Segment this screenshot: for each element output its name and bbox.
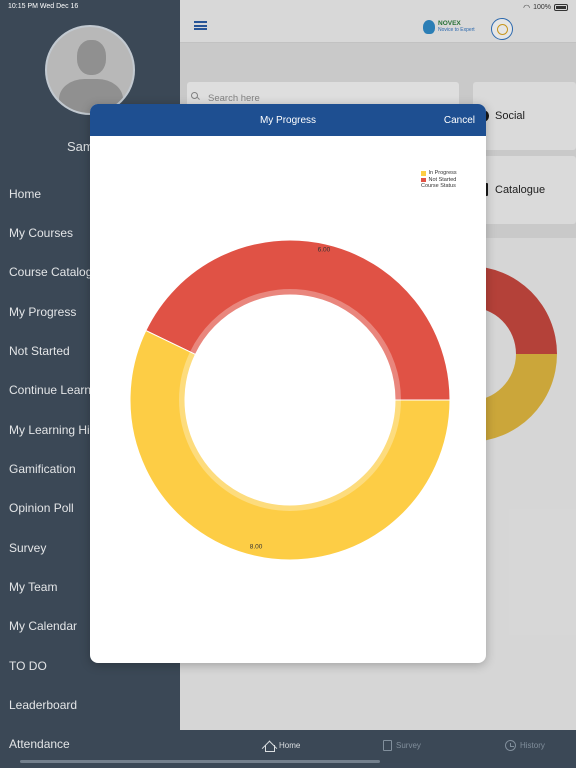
course-status-donut-chart: 6.00 8.00 [129,239,451,561]
battery-icon [554,4,568,11]
donut-value-label: 8.00 [250,544,263,551]
status-time-date: 10:15 PM Wed Dec 16 [8,3,79,10]
modal-header: My Progress Cancel [90,104,486,136]
my-progress-modal: My Progress Cancel In Progress Not Start… [90,104,486,663]
wifi-icon: ◠ [523,3,531,12]
donut-value-label: 6.00 [318,246,331,253]
cancel-button[interactable]: Cancel [444,115,475,126]
donut-slice-not-started[interactable] [145,239,451,401]
battery-percent: 100% [533,4,551,11]
status-right: ◠ 100% [523,3,568,12]
status-bar: 10:15 PM Wed Dec 16 ◠ 100% [0,0,576,14]
modal-title: My Progress [259,115,317,126]
